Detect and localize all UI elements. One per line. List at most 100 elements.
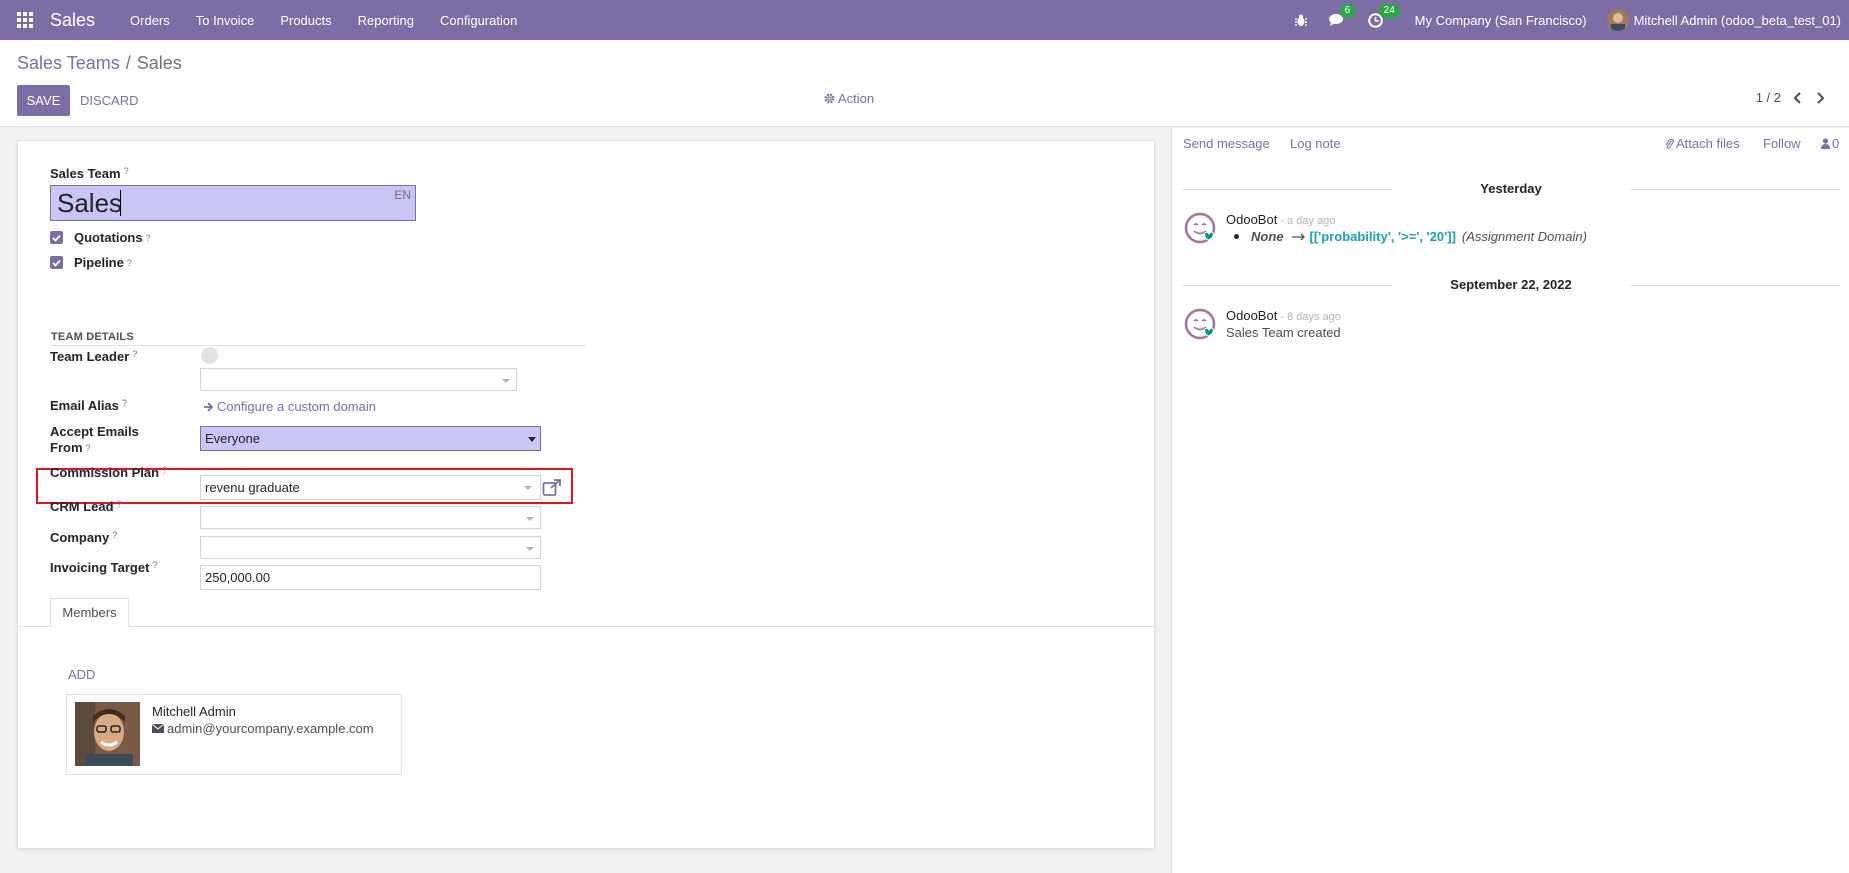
menu-reporting[interactable]: Reporting — [345, 13, 427, 28]
pipeline-checkbox[interactable] — [50, 256, 63, 269]
help-tooltip[interactable]: ? — [117, 499, 122, 509]
paperclip-icon — [1665, 138, 1674, 149]
activities-badge: 24 — [1378, 3, 1400, 18]
quotations-checkbox[interactable] — [50, 231, 63, 244]
messages-badge: 6 — [1339, 4, 1356, 18]
envelope-icon — [152, 724, 164, 733]
notebook-tabs-line — [18, 626, 1154, 627]
pipeline-checkbox-row: Pipeline? — [50, 255, 132, 270]
messaging-menu[interactable]: 6 — [1328, 4, 1356, 27]
quotations-checkbox-row: Quotations? — [50, 230, 151, 245]
help-tooltip[interactable]: ? — [132, 349, 137, 359]
long-arrow-right-icon — [1291, 233, 1305, 240]
user-menu[interactable]: Mitchell Admin (odoo_beta_test_01) — [1606, 9, 1841, 31]
member-card[interactable]: Mitchell Admin admin@yourcompany.example… — [66, 694, 402, 775]
invoicing-target-value: 250,000.00 — [205, 570, 271, 585]
message-time: - 8 days ago — [1277, 311, 1341, 323]
debug-bug-icon[interactable] — [1294, 14, 1307, 27]
bullet — [1234, 234, 1239, 239]
form-sheet: Sales Team? Sales EN Quotations? Pipelin… — [17, 140, 1155, 849]
invoicing-target-label: Invoicing Target? — [50, 560, 158, 575]
help-tooltip[interactable]: ? — [152, 560, 157, 570]
check-icon — [52, 259, 61, 267]
date-separator: Yesterday — [1172, 181, 1849, 196]
tracking-value: None [['probability', '>=', '20']] (Assi… — [1226, 229, 1587, 244]
navbar-systray: 6 24 My Company (San Francisco) Mitchell… — [1294, 0, 1849, 40]
activity-menu[interactable]: 24 — [1367, 3, 1400, 28]
breadcrumb-sales-teams[interactable]: Sales Teams — [17, 53, 120, 73]
followers-button[interactable]: 0 — [1821, 136, 1839, 151]
app-brand[interactable]: Sales — [50, 10, 95, 31]
chevron-right-icon[interactable] — [1815, 91, 1825, 104]
main-menu: Orders To Invoice Products Reporting Con… — [117, 13, 530, 28]
follow-button[interactable]: Follow — [1763, 136, 1801, 151]
team-leader-field[interactable] — [200, 368, 517, 391]
text-caret — [120, 190, 121, 216]
check-icon — [52, 234, 61, 242]
help-tooltip[interactable]: ? — [112, 530, 117, 540]
external-link-icon[interactable] — [542, 479, 562, 497]
grid-icon — [17, 12, 33, 28]
tracking-new-value: [['probability', '>=', '20']] — [1309, 229, 1456, 244]
company-field[interactable] — [200, 536, 541, 559]
arrow-right-icon — [204, 401, 214, 412]
tab-members[interactable]: Members — [50, 598, 129, 627]
accept-emails-value: Everyone — [205, 431, 260, 446]
help-tooltip[interactable]: ? — [86, 443, 91, 453]
add-member-button[interactable]: ADD — [68, 667, 95, 682]
menu-to-invoice[interactable]: To Invoice — [183, 13, 268, 28]
breadcrumb: Sales Teams / Sales — [17, 53, 182, 74]
breadcrumb-separator: / — [125, 53, 131, 73]
discard-button[interactable]: DISCARD — [80, 85, 139, 116]
pager-value[interactable]: 1 / 2 — [1756, 90, 1781, 105]
gear-icon — [824, 93, 835, 104]
company-label: Company? — [50, 530, 118, 545]
commission-plan-field[interactable]: revenu graduate — [200, 475, 541, 500]
crm-lead-field[interactable] — [200, 506, 541, 529]
help-tooltip[interactable]: ? — [122, 398, 127, 408]
menu-configuration[interactable]: Configuration — [427, 13, 530, 28]
odoobot-avatar — [1184, 212, 1216, 244]
sales-team-label: Sales Team? — [50, 166, 129, 181]
user-icon — [1821, 138, 1830, 149]
tracking-old-value: None — [1251, 229, 1284, 244]
message-author[interactable]: OdooBot - 8 days ago — [1226, 308, 1341, 323]
accept-emails-select[interactable]: Everyone — [200, 426, 541, 451]
team-leader-avatar — [201, 347, 218, 364]
team-name-input[interactable]: Sales EN — [50, 185, 416, 221]
team-details-section-title: TEAM DETAILS — [51, 331, 586, 346]
action-menu[interactable]: Action — [824, 91, 874, 106]
message-time: - a day ago — [1277, 215, 1336, 227]
member-avatar — [75, 702, 140, 766]
dropdown-arrow-icon — [528, 437, 536, 442]
apps-menu-button[interactable] — [0, 0, 50, 40]
save-button[interactable]: SAVE — [17, 85, 70, 116]
invoicing-target-input[interactable]: 250,000.00 — [200, 565, 541, 590]
breadcrumb-current: Sales — [136, 53, 182, 73]
email-alias-label: Email Alias? — [50, 398, 127, 413]
control-panel: Sales Teams / Sales SAVE DISCARD Action 1 … — [0, 40, 1849, 127]
form-view: Sales Team? Sales EN Quotations? Pipelin… — [0, 128, 1171, 873]
configure-domain-link[interactable]: Configure a custom domain — [203, 399, 376, 414]
user-name: Mitchell Admin (odoo_beta_test_01) — [1633, 12, 1841, 28]
dropdown-arrow-icon — [502, 379, 510, 383]
help-tooltip[interactable]: ? — [162, 465, 167, 475]
menu-products[interactable]: Products — [267, 13, 344, 28]
user-avatar — [1606, 9, 1629, 31]
team-leader-label: Team Leader? — [50, 349, 138, 364]
commission-plan-label: Commission Plan? — [50, 465, 168, 480]
language-button[interactable]: EN — [394, 188, 411, 202]
team-name-value: Sales — [57, 188, 123, 218]
menu-orders[interactable]: Orders — [117, 13, 183, 28]
help-tooltip[interactable]: ? — [146, 233, 151, 243]
help-tooltip[interactable]: ? — [127, 258, 132, 268]
send-message-button[interactable]: Send message — [1183, 136, 1270, 151]
company-switcher[interactable]: My Company (San Francisco) — [1415, 13, 1587, 28]
chevron-left-icon[interactable] — [1793, 91, 1803, 104]
message-author[interactable]: OdooBot - a day ago — [1226, 212, 1335, 227]
log-note-button[interactable]: Log note — [1290, 136, 1341, 151]
help-tooltip[interactable]: ? — [124, 166, 129, 176]
quotations-label: Quotations — [74, 230, 143, 245]
attach-files-button[interactable]: Attach files — [1665, 136, 1740, 151]
date-separator: September 22, 2022 — [1172, 277, 1849, 292]
